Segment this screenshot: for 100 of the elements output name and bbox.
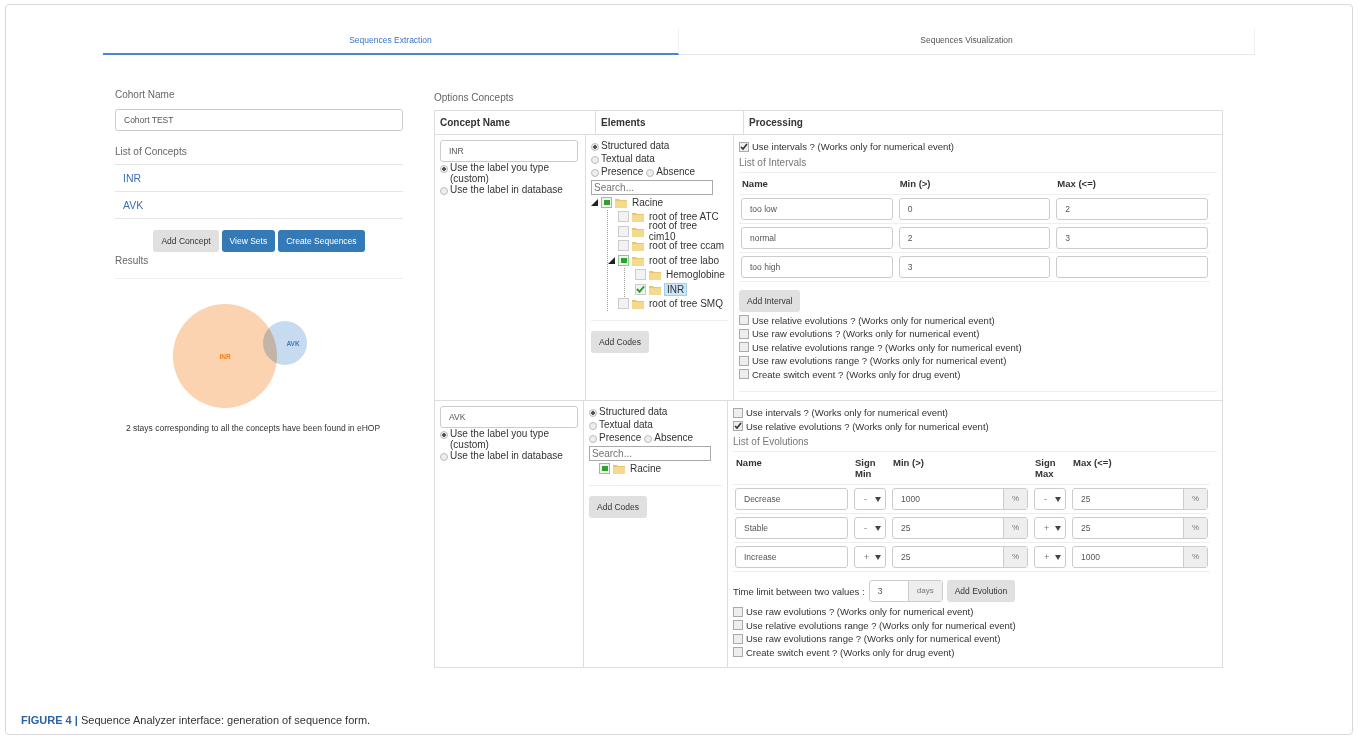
folder-icon xyxy=(631,225,644,237)
sign-select[interactable]: - xyxy=(854,517,886,539)
radio-label: Absence xyxy=(656,166,696,177)
figure-caption: FIGURE 4 | Sequence Analyzer interface: generation of sequence form. xyxy=(20,713,372,728)
tree-row[interactable]: Racine xyxy=(591,195,728,210)
radio-button[interactable] xyxy=(440,165,448,173)
checkbox[interactable] xyxy=(733,606,743,617)
add-codes-button[interactable]: Add Codes xyxy=(589,495,648,518)
checkbox[interactable] xyxy=(733,620,743,631)
checkbox[interactable] xyxy=(733,647,743,658)
expand-arrow-icon[interactable] xyxy=(608,256,615,264)
evolution-name-field[interactable]: Stable xyxy=(735,517,848,539)
concept-name-field[interactable]: AVK xyxy=(440,406,578,428)
action-button[interactable]: View Sets xyxy=(221,230,276,252)
folder-icon xyxy=(632,240,644,252)
tab[interactable]: Sequences Visualization xyxy=(679,29,1255,55)
sign-select[interactable]: - xyxy=(1034,488,1066,510)
column-header: Sign Min xyxy=(854,456,877,481)
cohort-name-field[interactable]: Cohort TEST xyxy=(115,109,403,131)
radio-button[interactable] xyxy=(644,435,653,443)
search-field[interactable]: Search... xyxy=(589,446,711,461)
checkbox-label: Use raw evolutions ? (Works only for numerical event) xyxy=(746,605,974,619)
sign-select[interactable]: - xyxy=(854,488,886,510)
tree-row[interactable]: Racine xyxy=(589,461,722,476)
tree-checkbox[interactable] xyxy=(618,298,629,310)
caret-icon xyxy=(875,496,881,502)
radio-button[interactable] xyxy=(591,143,599,151)
checkbox-label: Use raw evolutions ? (Works only for numerical event) xyxy=(752,327,980,341)
max-field[interactable]: 3 xyxy=(1056,226,1208,249)
radio-button[interactable] xyxy=(440,431,448,439)
evolution-name-field[interactable]: Increase xyxy=(735,546,848,568)
checkbox[interactable] xyxy=(739,328,749,339)
radio-label: Structured data xyxy=(599,406,668,417)
tree-checkbox[interactable] xyxy=(601,196,612,208)
add-interval-button[interactable]: Add Interval xyxy=(739,289,801,312)
caret-icon xyxy=(875,554,881,560)
list-title: List of Evolutions xyxy=(733,433,1217,452)
search-field[interactable]: Search... xyxy=(591,180,713,195)
checkbox[interactable] xyxy=(733,633,743,644)
interval-name-field[interactable]: too low xyxy=(741,197,893,220)
expand-arrow-icon[interactable] xyxy=(591,198,598,206)
add-codes-button[interactable]: Add Codes xyxy=(591,331,650,353)
tree-row[interactable]: root of tree SMQ xyxy=(608,296,728,311)
sign-select[interactable]: + xyxy=(1034,546,1066,568)
tree-item[interactable]: root of tree ccam xyxy=(647,240,727,252)
max-field[interactable]: 2 xyxy=(1056,197,1208,220)
action-button[interactable]: Add Concept xyxy=(153,230,219,252)
checkbox[interactable] xyxy=(733,421,743,432)
tree-row[interactable]: Hemoglobine xyxy=(625,267,728,282)
tree-item[interactable]: root of tree ATC xyxy=(647,211,721,223)
caret-icon xyxy=(1055,496,1061,502)
checkbox[interactable] xyxy=(739,355,749,366)
results-message: 2 stays corresponding to all the concepts have been found in eHOP xyxy=(124,423,382,433)
radio-button[interactable] xyxy=(646,169,655,177)
checkbox[interactable] xyxy=(739,369,749,380)
checkbox[interactable] xyxy=(739,342,749,353)
tree-item[interactable]: Racine xyxy=(630,196,666,208)
interval-name-field[interactable]: too high xyxy=(741,255,893,278)
min-field[interactable]: 2 xyxy=(898,226,1051,249)
tree-item[interactable]: root of tree SMQ xyxy=(647,298,725,310)
concept-name-field[interactable]: INR xyxy=(440,140,578,162)
tree-row[interactable]: root of tree labo xyxy=(608,253,728,268)
tree-checkbox[interactable] xyxy=(618,254,629,266)
tree-checkbox[interactable] xyxy=(599,462,610,474)
radio-button[interactable] xyxy=(589,422,597,430)
tree-checkbox[interactable] xyxy=(635,269,646,281)
tree-checkbox[interactable] xyxy=(617,225,629,237)
concept-link[interactable]: INR xyxy=(115,165,403,192)
radio-button[interactable] xyxy=(591,169,599,177)
evolution-name-field[interactable]: Decrease xyxy=(735,488,848,510)
radio-button[interactable] xyxy=(440,453,448,461)
sign-select[interactable]: + xyxy=(854,546,886,568)
tree-checkbox[interactable] xyxy=(635,283,646,295)
checkbox[interactable] xyxy=(733,407,743,418)
checkbox[interactable] xyxy=(739,141,749,152)
radio-button[interactable] xyxy=(589,435,597,443)
tree-row[interactable]: INR xyxy=(625,282,728,297)
radio-button[interactable] xyxy=(589,409,597,417)
tree-item[interactable]: Racine xyxy=(628,462,664,474)
sign-select[interactable]: + xyxy=(1034,517,1066,539)
tree-checkbox[interactable] xyxy=(618,240,629,252)
max-field[interactable] xyxy=(1056,255,1208,278)
section-label: Results xyxy=(115,252,403,279)
interval-name-field[interactable]: normal xyxy=(741,226,893,249)
radio-label: Textual data xyxy=(599,419,653,430)
tree-checkbox[interactable] xyxy=(618,211,629,223)
action-button[interactable]: Create Sequences xyxy=(278,230,365,252)
concept-link[interactable]: AVK xyxy=(115,192,403,219)
radio-button[interactable] xyxy=(591,156,599,164)
tree-item[interactable]: Hemoglobine xyxy=(664,269,727,281)
column-header: Max (<=) xyxy=(1072,456,1113,470)
tree-item[interactable]: root of tree labo xyxy=(647,254,722,266)
tab[interactable]: Sequences Extraction xyxy=(103,29,679,55)
add-evolution-button[interactable]: Add Evolution xyxy=(946,580,1016,602)
min-field[interactable]: 0 xyxy=(898,197,1051,220)
radio-button[interactable] xyxy=(440,187,448,195)
min-field[interactable]: 3 xyxy=(898,255,1051,278)
tree-item[interactable]: INR xyxy=(664,282,688,296)
checkbox[interactable] xyxy=(739,315,749,326)
folder-icon xyxy=(632,298,644,310)
